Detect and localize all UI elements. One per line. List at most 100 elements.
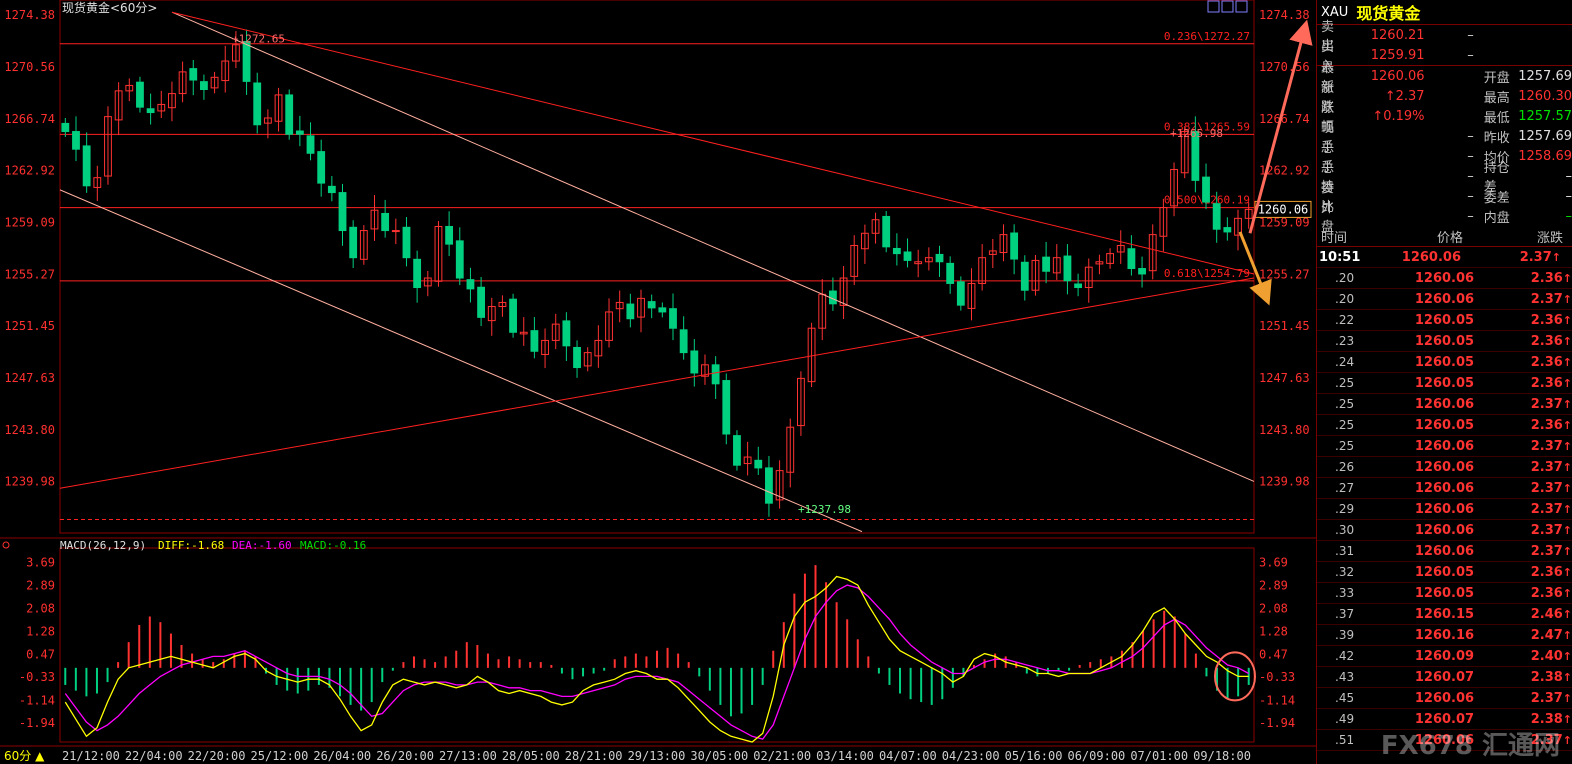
time-axis-label: 25/12:00: [251, 749, 309, 763]
price-axis-label-left: 1251.45: [4, 319, 55, 333]
candle-body: [413, 258, 422, 289]
tick-time: .31: [1335, 544, 1355, 558]
up-arrow-icon: ↑: [1562, 733, 1572, 747]
quote-dash: –: [1467, 168, 1474, 184]
tick-change-value: 2.38: [1530, 669, 1563, 685]
tick-change-value: 2.37: [1530, 522, 1563, 538]
quote-value: 1260.06: [1370, 68, 1425, 84]
time-axis-label: 27/13:00: [439, 749, 497, 763]
candle-body: [573, 346, 581, 369]
candle-body: [1212, 203, 1221, 230]
candle-body: [669, 308, 677, 329]
tick-price: 1260.15: [1414, 606, 1475, 622]
tick-list[interactable]: 10:51 1260.06 2.37↑ .20 1260.06 2.36↑ .20 1260.…: [1317, 247, 1572, 751]
tick-row: .20 1260.06 2.36↑: [1317, 268, 1572, 289]
candle-body: [946, 262, 955, 284]
price-axis-label-left: 1247.63: [4, 371, 55, 385]
low-price-label: +1237.98: [798, 503, 851, 516]
quote-value-2: –: [1565, 208, 1572, 224]
candle-body: [647, 301, 656, 309]
tick-change-value: 2.36: [1530, 375, 1563, 391]
up-arrow-icon: ↑: [1562, 397, 1572, 411]
candle-body: [391, 230, 400, 233]
quote-row: 委比 – 委差 –: [1317, 181, 1572, 215]
candle-body: [136, 81, 144, 108]
candle-body: [679, 329, 688, 354]
price-axis-label-left: 1262.92: [4, 164, 55, 178]
tick-change: 2.36↑: [1474, 313, 1572, 328]
tick-time: .23: [1335, 334, 1355, 348]
trendline-support: [59, 277, 1255, 489]
ticks-header: 时间 价格 涨跌: [1317, 226, 1572, 247]
time-axis-label: 06/09:00: [1067, 749, 1125, 763]
up-arrow-icon: ↑: [1562, 607, 1572, 621]
period-label: 60分 ▲: [4, 749, 45, 763]
candle-body: [1063, 255, 1072, 282]
time-axis-label: 26/04:00: [313, 749, 371, 763]
price-axis-label-right: 1270.56: [1259, 60, 1310, 74]
tick-row: .25 1260.05 2.36↑: [1317, 415, 1572, 436]
time-axis-label: 22/04:00: [125, 749, 183, 763]
dea-value-label: DEA:-1.60: [232, 539, 292, 552]
tick-time: .26: [1335, 460, 1355, 474]
tick-time: 10:51: [1319, 249, 1361, 265]
tick-change: 2.38↑: [1474, 670, 1572, 685]
candle-body: [1042, 256, 1051, 272]
tick-time: .22: [1335, 313, 1355, 327]
candle-body: [381, 212, 390, 232]
candle-body: [1223, 227, 1232, 233]
tick-row: .24 1260.05 2.36↑: [1317, 352, 1572, 373]
quote-value-2: 1258.69: [1518, 148, 1572, 164]
up-arrow-icon: ↑: [1562, 628, 1572, 642]
quote-title: XAU 现货黄金: [1317, 0, 1572, 25]
quote-row: 现手 – 昨收 1257.69: [1317, 121, 1572, 155]
tick-change-value: 2.37: [1530, 501, 1563, 517]
quote-dash: –: [1467, 27, 1474, 43]
tick-price: 1260.05: [1414, 312, 1475, 328]
candle-body: [306, 135, 315, 154]
tick-change: 2.36↑: [1474, 355, 1572, 370]
tick-row: 10:51 1260.06 2.37↑: [1317, 247, 1572, 268]
time-axis-label: 21/12:00: [62, 749, 120, 763]
macd-axis-label-left: -1.94: [19, 716, 55, 730]
time-axis-label: 22/20:00: [188, 749, 246, 763]
tick-row: .27 1260.06 2.37↑: [1317, 478, 1572, 499]
tick-change-value: 2.36: [1530, 417, 1563, 433]
tick-row: .29 1260.06 2.37↑: [1317, 499, 1572, 520]
candle-body: [1138, 268, 1146, 275]
diff-value-label: DIFF:-1.68: [158, 539, 224, 552]
tick-change: 2.47↑: [1474, 628, 1572, 643]
macd-axis-label-right: -0.33: [1259, 670, 1295, 684]
tick-price: 1260.05: [1414, 564, 1475, 580]
up-arrow-icon: ↑: [1562, 460, 1572, 474]
tick-change: 2.46↑: [1474, 607, 1572, 622]
candle-body: [477, 286, 486, 318]
time-axis-label: 30/05:00: [690, 749, 748, 763]
up-arrow-icon: ↑: [1562, 418, 1572, 432]
tick-row: .32 1260.05 2.36↑: [1317, 562, 1572, 583]
kline-chart: 1274.38 1274.38 1270.56 1270.56 1266.74 1266.…: [0, 0, 1316, 763]
price-axis-label-left: 1270.56: [4, 60, 55, 74]
candle-body: [1020, 261, 1029, 291]
quote-row: 总手 – 均价 1258.69: [1317, 141, 1572, 175]
up-arrow-icon: ↑: [1562, 313, 1572, 327]
tick-price: 1260.06: [1414, 270, 1475, 286]
time-axis-label: 04/07:00: [879, 749, 937, 763]
macd-axis-label-right: 1.28: [1259, 624, 1288, 638]
fib-level-label: 0.236\1272.27: [1164, 30, 1250, 43]
tick-change: 2.37↑: [1474, 397, 1572, 412]
time-axis-label: 29/13:00: [628, 749, 686, 763]
tick-change-value: 2.36: [1530, 270, 1563, 286]
quote-dash: –: [1467, 208, 1474, 224]
tick-time: .39: [1335, 628, 1355, 642]
tick-change-value: 2.36: [1530, 564, 1563, 580]
tick-change-value: 2.37: [1519, 249, 1552, 265]
candle-body: [285, 94, 294, 135]
fib-level-label: 0.618\1254.79: [1164, 267, 1250, 280]
candle-body: [72, 131, 80, 150]
tick-price: 1260.16: [1414, 627, 1475, 643]
tick-change: 2.37↑: [1474, 439, 1572, 454]
window-control-icon: [1235, 0, 1248, 13]
tick-change-value: 2.46: [1530, 606, 1563, 622]
high-price-label: +1272.65: [232, 33, 285, 46]
